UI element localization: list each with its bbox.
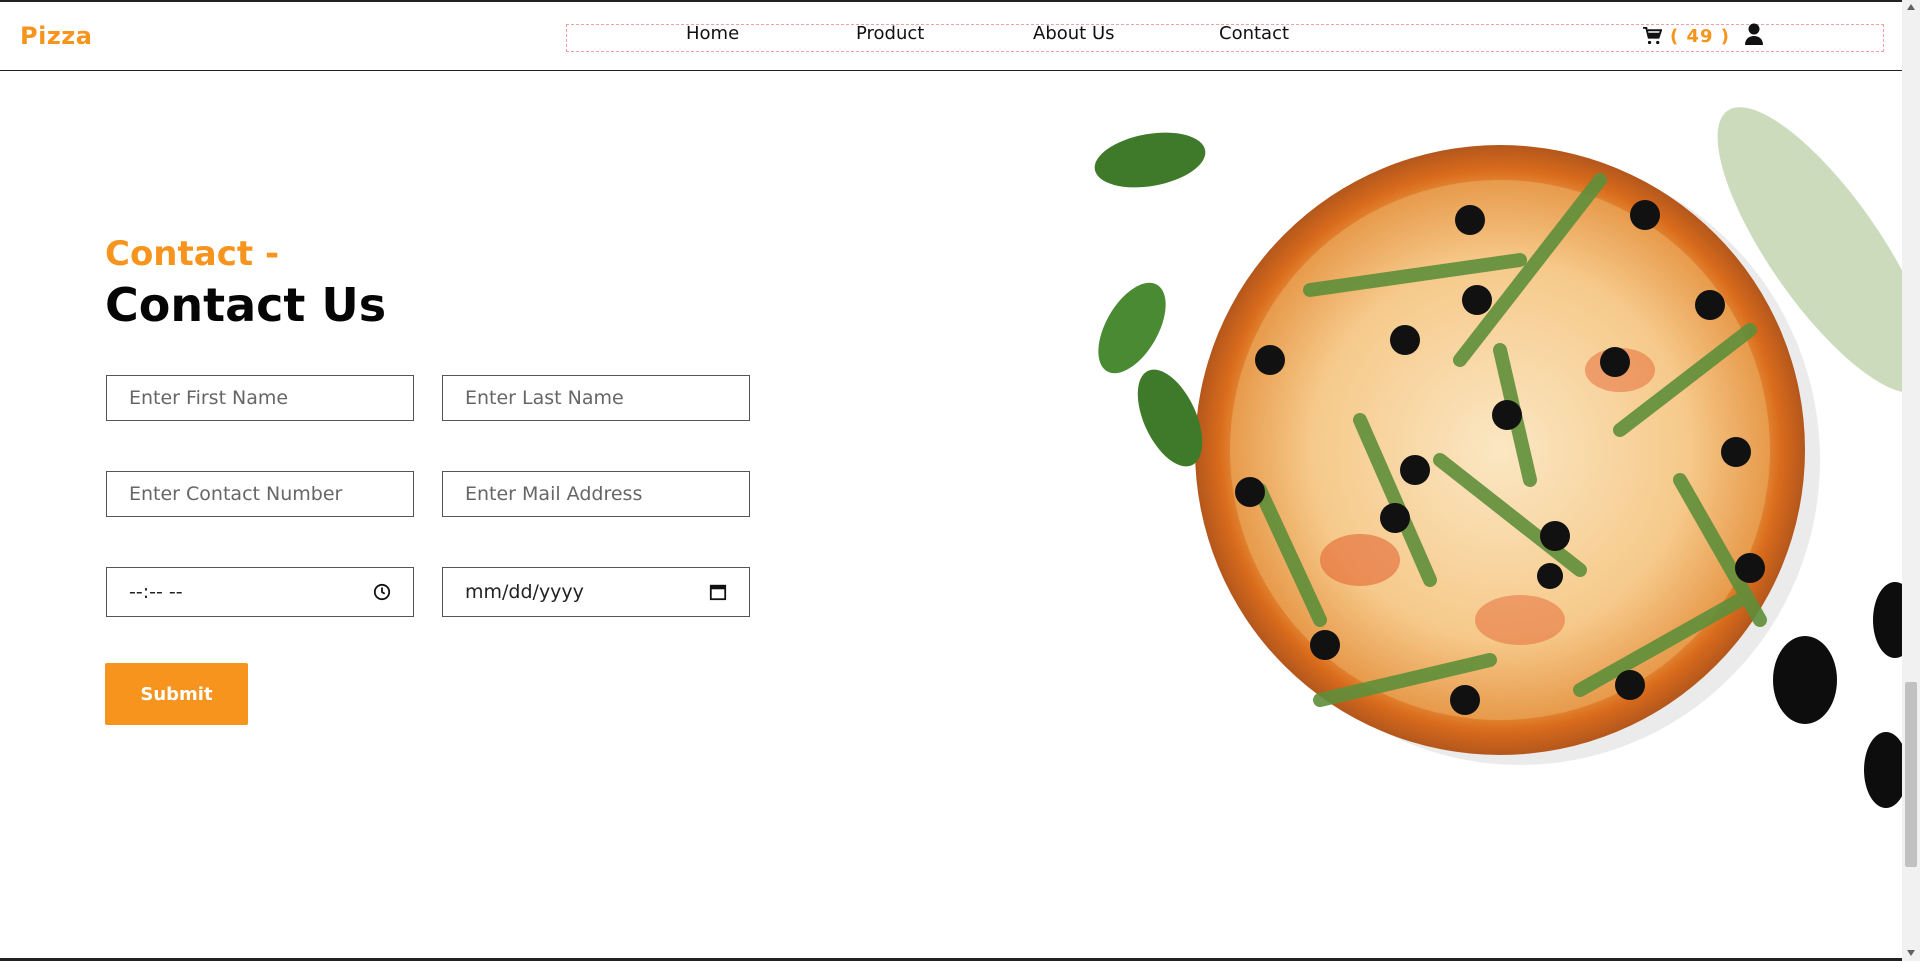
time-value: --:-- -- [129, 581, 183, 603]
section-eyebrow: Contact - [105, 234, 280, 274]
last-name-field[interactable]: Enter Last Name [442, 375, 750, 421]
first-name-field[interactable]: Enter First Name [106, 375, 414, 421]
page-title: Contact Us [105, 278, 387, 332]
clock-icon[interactable] [373, 583, 391, 601]
cart-icon [1643, 27, 1662, 45]
submit-button[interactable]: Submit [105, 663, 248, 725]
nav-product[interactable]: Product [856, 23, 924, 44]
nav-contact[interactable]: Contact [1219, 23, 1289, 44]
calendar-icon[interactable] [709, 583, 727, 601]
scroll-up-icon[interactable] [1907, 4, 1915, 10]
pizza-image [1094, 107, 1902, 808]
scrollbar-thumb[interactable] [1905, 682, 1917, 867]
date-value: mm/dd/yyyy [465, 581, 584, 603]
date-field[interactable]: mm/dd/yyyy [442, 567, 750, 617]
time-field[interactable]: --:-- -- [106, 567, 414, 617]
nav-home[interactable]: Home [686, 23, 739, 44]
site-header: Pizza Home Product About Us Contact ( 49… [0, 2, 1902, 71]
brand-logo[interactable]: Pizza [20, 22, 92, 50]
cart-button[interactable]: ( 49 ) [1642, 22, 1730, 50]
contact-number-field[interactable]: Enter Contact Number [106, 471, 414, 517]
nav-about-us[interactable]: About Us [1033, 23, 1115, 44]
user-icon[interactable] [1744, 23, 1764, 47]
scroll-down-icon[interactable] [1907, 950, 1915, 956]
cart-count: ( 49 ) [1670, 25, 1731, 47]
mail-field[interactable]: Enter Mail Address [442, 471, 750, 517]
